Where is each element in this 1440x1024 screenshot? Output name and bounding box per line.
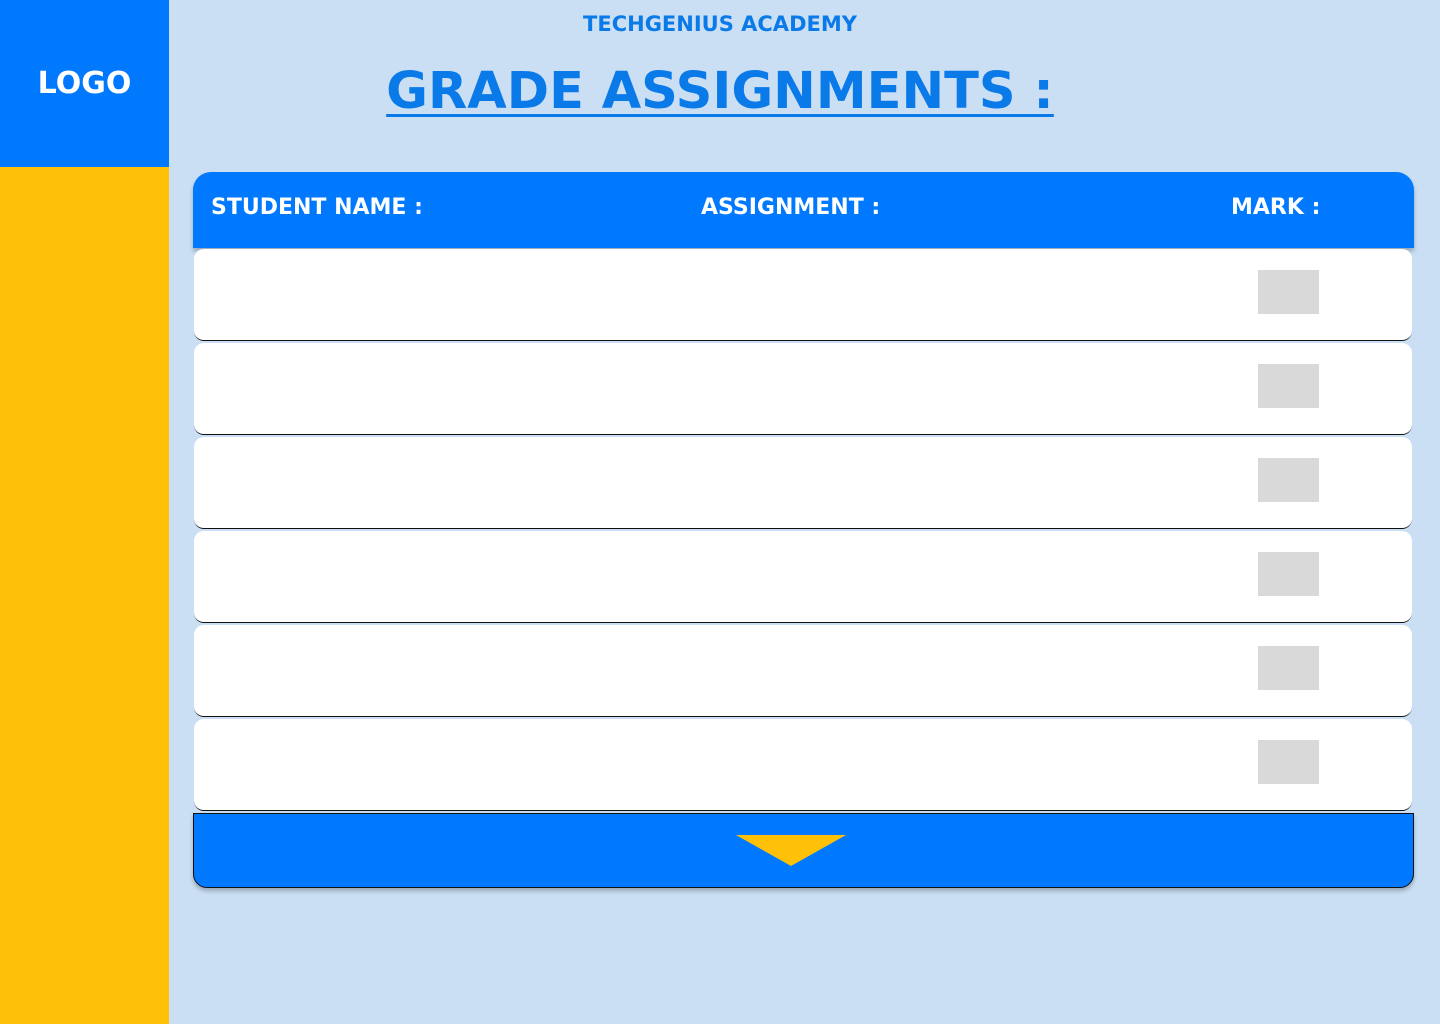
- table-row: [194, 719, 1412, 811]
- column-header-assignment: ASSIGNMENT :: [701, 195, 881, 220]
- mark-input[interactable]: [1258, 270, 1319, 314]
- mark-input[interactable]: [1258, 646, 1319, 690]
- table-row: [194, 249, 1412, 341]
- column-header-mark: MARK :: [1231, 195, 1321, 220]
- column-header-student-name: STUDENT NAME :: [211, 195, 423, 220]
- mark-input[interactable]: [1258, 552, 1319, 596]
- org-name: TECHGENIUS ACADEMY: [583, 12, 857, 36]
- table-row: [194, 625, 1412, 717]
- chevron-down-icon[interactable]: [736, 835, 846, 866]
- sidebar: LOGO: [0, 0, 169, 1024]
- mark-input[interactable]: [1258, 458, 1319, 502]
- mark-input[interactable]: [1258, 740, 1319, 784]
- load-more-button[interactable]: [193, 813, 1414, 888]
- table-header: STUDENT NAME : ASSIGNMENT : MARK :: [193, 172, 1414, 248]
- table-row: [194, 437, 1412, 529]
- logo-text: LOGO: [37, 66, 132, 101]
- logo[interactable]: LOGO: [0, 0, 169, 167]
- mark-input[interactable]: [1258, 364, 1319, 408]
- table-row: [194, 343, 1412, 435]
- table-body: [194, 249, 1412, 813]
- table-row: [194, 531, 1412, 623]
- page-title: GRADE ASSIGNMENTS :: [386, 62, 1054, 121]
